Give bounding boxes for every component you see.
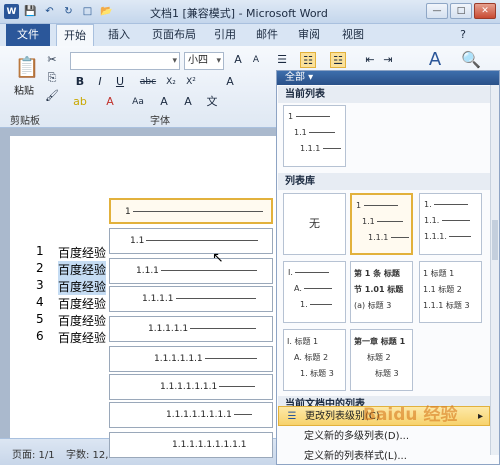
list-level-icon: ☰ (287, 411, 297, 422)
maximize-button[interactable]: □ (450, 3, 472, 19)
list-style-thumb[interactable]: I. A. 1. (283, 261, 346, 323)
gallery-scrollbar[interactable] (490, 85, 499, 455)
text-effects-icon[interactable]: A (222, 74, 238, 90)
multilevel-list-icon[interactable]: ☳ (330, 52, 346, 68)
list-level-option[interactable]: 1.1.1.1 (109, 286, 273, 312)
new-doc-icon[interactable]: □ (80, 4, 95, 19)
redo-icon[interactable]: ↻ (61, 4, 76, 19)
cut-icon[interactable]: ✂ (44, 52, 60, 68)
list-style-thumb[interactable]: I. 标题 1 A. 标题 2 1. 标题 3 (283, 329, 346, 391)
list-level-submenu: 1 1.1 1.1.1 1.1.1.1 1.1.1.1.1 1.1.1.1.1.… (107, 196, 277, 465)
undo-icon[interactable]: ↶ (42, 4, 57, 19)
phonetic-icon[interactable]: 文 (204, 94, 220, 110)
grow-font-icon[interactable]: A (230, 52, 246, 68)
list-library-header: 列表库 (278, 173, 490, 190)
copy-icon[interactable]: ⎘ (44, 70, 60, 86)
clipboard-group-label: 剪贴板 (10, 116, 40, 127)
tab-page-layout[interactable]: 页面布局 (146, 24, 202, 46)
current-list-header: 当前列表 (278, 86, 490, 103)
char-shading-icon[interactable]: A (156, 94, 172, 110)
minimize-button[interactable]: — (426, 3, 448, 19)
scrollbar-thumb[interactable] (492, 220, 498, 260)
shrink-font-icon[interactable]: A (248, 52, 264, 68)
numbering-icon[interactable]: ☷ (300, 52, 316, 68)
list-level-option[interactable]: 1.1.1.1.1.1 (109, 346, 273, 372)
bullets-icon[interactable]: ☰ (274, 52, 290, 68)
ribbon-tabs: 文件 开始 插入 页面布局 引用 邮件 审阅 视图 ? (0, 24, 500, 46)
strikethrough-button[interactable]: abc (136, 74, 160, 90)
window-controls: — □ ✕ (426, 3, 496, 19)
quick-access-toolbar: W 💾 ↶ ↻ □ 📂 (4, 4, 114, 19)
list-item[interactable]: 6 百度经验 (36, 329, 106, 346)
page-count[interactable]: 页面: 1/1 (12, 446, 55, 461)
tab-file[interactable]: 文件 (6, 24, 50, 46)
font-size-select[interactable]: 小四 (184, 52, 224, 70)
watermark: Baidu 经验 (363, 405, 458, 425)
title-bar: W 💾 ↶ ↻ □ 📂 文档1 [兼容模式] - Microsoft Word … (0, 0, 500, 24)
italic-button[interactable]: I (92, 74, 108, 90)
underline-button[interactable]: U (112, 74, 128, 90)
increase-indent-icon[interactable]: ⇥ (380, 52, 396, 68)
font-group-label: 字体 (150, 116, 170, 127)
list-item[interactable]: 1 百度经验 (36, 244, 106, 261)
list-style-thumb[interactable]: 1 标题 1 1.1 标题 2 1.1.1 标题 3 (419, 261, 482, 323)
list-item[interactable]: 3 百度经验 (36, 278, 107, 295)
save-icon[interactable]: 💾 (23, 4, 38, 19)
submenu-arrow-icon: ▸ (477, 411, 483, 422)
tab-references[interactable]: 引用 (206, 24, 244, 46)
list-item[interactable]: 4 百度经验 (36, 295, 106, 312)
list-item[interactable]: 2 百度经验 (36, 261, 107, 278)
list-level-option[interactable]: 1.1.1.1.1.1.1.1 (109, 402, 273, 428)
list-level-option[interactable]: 1.1.1.1.1.1.1.1.1 (109, 432, 273, 458)
define-new-multilevel-item[interactable]: 定义新的多级列表(D)... (278, 427, 490, 447)
open-icon[interactable]: 📂 (99, 4, 114, 19)
list-style-thumb[interactable]: 第一章 标题 1 标题 2 标题 3 (350, 329, 413, 391)
tab-review[interactable]: 审阅 (290, 24, 328, 46)
gallery-filter[interactable]: 全部 ▾ (277, 71, 499, 85)
define-new-list-style-item[interactable]: 定义新的列表样式(L)... (278, 447, 490, 467)
tab-insert[interactable]: 插入 (100, 24, 138, 46)
help-icon[interactable]: ? (455, 24, 471, 46)
list-style-thumb[interactable]: 1. 1.1. 1.1.1. (419, 193, 482, 255)
tab-view[interactable]: 视图 (334, 24, 372, 46)
list-level-option[interactable]: 1.1 (109, 228, 273, 254)
list-item[interactable]: 5 百度经验 (36, 312, 106, 329)
list-level-option[interactable]: 1.1.1.1.1.1.1 (109, 374, 273, 400)
font-case-icon[interactable]: Aa (130, 94, 146, 110)
list-style-thumb[interactable]: 1 1.1 1.1.1 (350, 193, 413, 255)
tab-home[interactable]: 开始 (56, 24, 94, 46)
word-count[interactable]: 字数: 12, (66, 446, 108, 461)
tab-mailings[interactable]: 邮件 (248, 24, 286, 46)
highlight-icon[interactable]: ab (72, 94, 88, 110)
list-level-option[interactable]: 1 (109, 198, 273, 224)
list-style-thumb[interactable]: 第 1 条 标题 节 1.01 标题 (a) 标题 3 (350, 261, 413, 323)
font-name-select[interactable] (70, 52, 180, 70)
subscript-button[interactable]: X₂ (162, 74, 180, 90)
decrease-indent-icon[interactable]: ⇤ (362, 52, 378, 68)
mouse-cursor-icon: ↖ (212, 250, 224, 266)
current-list-thumb[interactable]: 1 1.1 1.1.1 (283, 105, 346, 167)
close-button[interactable]: ✕ (474, 3, 496, 19)
bold-button[interactable]: B (72, 74, 88, 90)
paste-icon[interactable]: 📋 (14, 54, 40, 80)
format-painter-icon[interactable]: 🖌 (44, 88, 60, 104)
font-color-icon[interactable]: A (102, 94, 118, 110)
list-level-option[interactable]: 1.1.1 (109, 258, 273, 284)
superscript-button[interactable]: X² (182, 74, 200, 90)
list-none-thumb[interactable]: 无 (283, 193, 346, 255)
window-title: 文档1 [兼容模式] - Microsoft Word (150, 7, 328, 20)
char-border-icon[interactable]: A (180, 94, 196, 110)
word-logo-icon[interactable]: W (4, 4, 19, 19)
list-level-option[interactable]: 1.1.1.1.1 (109, 316, 273, 342)
paste-label[interactable]: 粘贴 (14, 82, 34, 97)
